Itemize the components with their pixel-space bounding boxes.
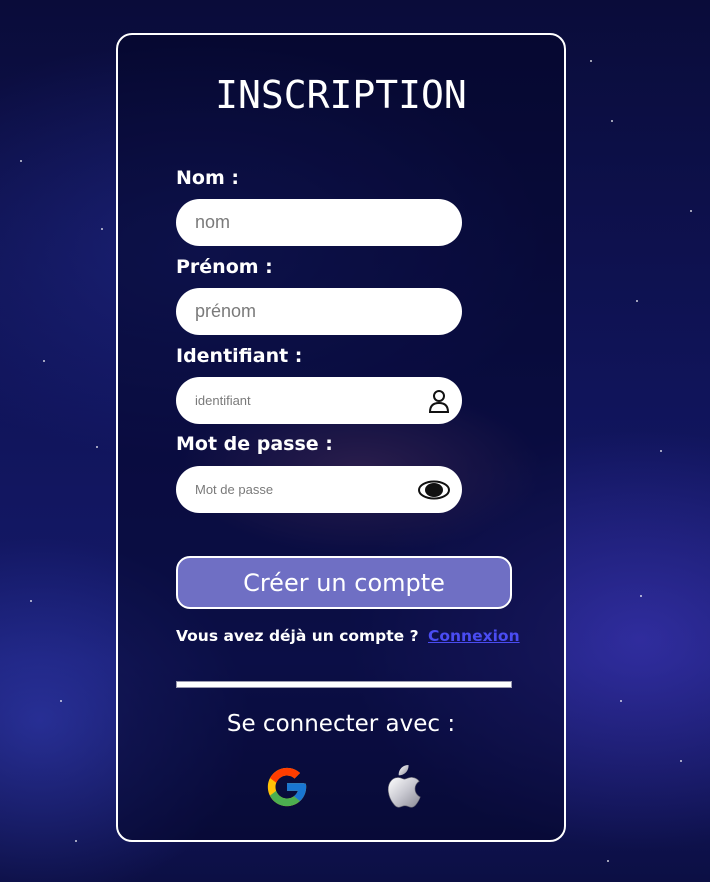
connect-with-label: Se connecter avec : xyxy=(226,711,456,737)
nom-input[interactable] xyxy=(193,211,407,234)
signup-card: INSCRIPTION Nom : Prénom : Identifiant :… xyxy=(116,33,566,842)
nom-field[interactable] xyxy=(176,199,462,246)
identifiant-label: Identifiant : xyxy=(176,345,303,367)
prenom-field[interactable] xyxy=(176,288,462,335)
create-account-button[interactable]: Créer un compte xyxy=(176,556,512,609)
apple-icon[interactable] xyxy=(377,762,425,812)
prenom-label: Prénom : xyxy=(176,256,273,278)
google-icon[interactable] xyxy=(263,762,311,812)
identifiant-field[interactable] xyxy=(176,377,462,424)
have-account-row: Vous avez déjà un compte ? Connexion xyxy=(176,627,520,645)
login-link[interactable]: Connexion xyxy=(428,627,520,645)
user-icon xyxy=(428,389,450,413)
identifiant-input[interactable] xyxy=(193,392,407,409)
password-label: Mot de passe : xyxy=(176,433,333,455)
have-account-text: Vous avez déjà un compte ? xyxy=(176,627,419,645)
page-title: INSCRIPTION xyxy=(215,73,467,117)
password-field[interactable] xyxy=(176,466,462,513)
password-input[interactable] xyxy=(193,481,407,498)
divider xyxy=(176,681,512,688)
nom-label: Nom : xyxy=(176,167,239,189)
eye-icon[interactable] xyxy=(418,480,450,500)
prenom-input[interactable] xyxy=(193,300,407,323)
